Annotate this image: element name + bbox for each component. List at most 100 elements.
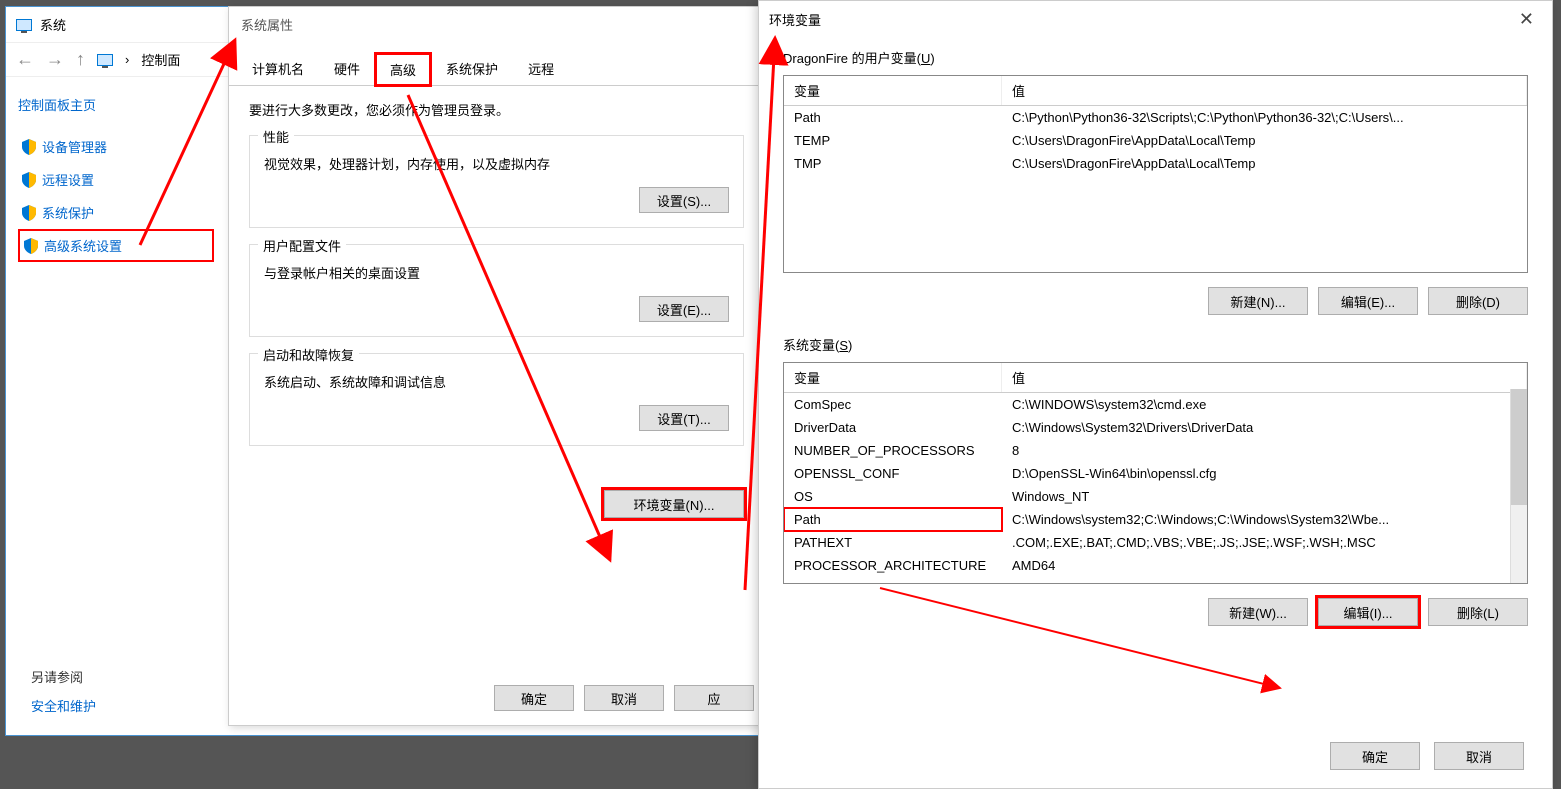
group-title: 启动和故障恢复 (258, 345, 359, 364)
sidebar-remote-settings[interactable]: 远程设置 (18, 163, 214, 196)
shield-icon (22, 205, 36, 221)
sidebar-system-protection[interactable]: 系统保护 (18, 196, 214, 229)
breadcrumb[interactable]: 控制面 (141, 50, 180, 69)
user-delete-button[interactable]: 删除(D) (1428, 287, 1528, 315)
var-name: PATHEXT (784, 531, 1002, 554)
group-title: 性能 (258, 127, 294, 146)
var-value: C:\Python\Python36-32\Scripts\;C:\Python… (1002, 106, 1527, 129)
startup-recovery-group: 启动和故障恢复 系统启动、系统故障和调试信息 设置(T)... (249, 353, 744, 446)
sidebar: 控制面板主页 设备管理器 远程设置 系统保护 高级系统设置 另请参阅 安全和维护 (6, 77, 226, 725)
var-value: C:\Users\DragonFire\AppData\Local\Temp (1002, 129, 1527, 152)
sidebar-advanced-settings[interactable]: 高级系统设置 (18, 229, 214, 262)
props-title: 系统属性 (229, 7, 764, 42)
sidebar-item-label: 系统保护 (42, 203, 94, 222)
sidebar-device-manager[interactable]: 设备管理器 (18, 130, 214, 163)
table-row[interactable]: OPENSSL_CONFD:\OpenSSL-Win64\bin\openssl… (784, 462, 1527, 485)
footer-link[interactable]: 安全和维护 (31, 696, 96, 715)
sys-edit-button[interactable]: 编辑(I)... (1318, 598, 1418, 626)
var-name: TEMP (784, 129, 1002, 152)
col-value[interactable]: 值 (1002, 363, 1527, 392)
var-name: OS (784, 485, 1002, 508)
env-cancel-button[interactable]: 取消 (1434, 742, 1524, 770)
var-name: TMP (784, 152, 1002, 175)
system-variables-table[interactable]: 变量 值 ComSpecC:\WINDOWS\system32\cmd.exeD… (783, 362, 1528, 584)
var-value: C:\Users\DragonFire\AppData\Local\Temp (1002, 152, 1527, 175)
scrollbar[interactable] (1510, 389, 1527, 583)
table-row[interactable]: PROCESSOR_ARCHITECTUREAMD64 (784, 554, 1527, 577)
performance-settings-button[interactable]: 设置(S)... (639, 187, 729, 213)
tab-remote[interactable]: 远程 (513, 52, 569, 85)
group-desc: 系统启动、系统故障和调试信息 (264, 372, 729, 391)
back-icon[interactable]: ← (16, 49, 34, 70)
shield-icon (22, 139, 36, 155)
var-value: Windows_NT (1002, 485, 1527, 508)
tab-hardware[interactable]: 硬件 (319, 52, 375, 85)
monitor-icon (16, 19, 32, 31)
environment-variables-button[interactable]: 环境变量(N)... (604, 490, 744, 518)
shield-icon (22, 172, 36, 188)
sidebar-item-label: 高级系统设置 (44, 236, 122, 255)
table-row[interactable]: NUMBER_OF_PROCESSORS8 (784, 439, 1527, 462)
col-variable[interactable]: 变量 (784, 76, 1002, 105)
breadcrumb-sep: › (125, 52, 129, 67)
footer-heading: 另请参阅 (31, 667, 96, 686)
var-name: Path (784, 106, 1002, 129)
var-value: D:\OpenSSL-Win64\bin\openssl.cfg (1002, 462, 1527, 485)
group-desc: 视觉效果，处理器计划，内存使用，以及虚拟内存 (264, 154, 729, 173)
var-name: NUMBER_OF_PROCESSORS (784, 439, 1002, 462)
var-name: ComSpec (784, 393, 1002, 416)
table-row[interactable]: PathC:\Windows\system32;C:\Windows;C:\Wi… (784, 508, 1527, 531)
var-value: C:\Windows\system32;C:\Windows;C:\Window… (1002, 508, 1527, 531)
var-name: PROCESSOR_ARCHITECTURE (784, 554, 1002, 577)
table-row[interactable]: ComSpecC:\WINDOWS\system32\cmd.exe (784, 393, 1527, 416)
user-profile-group: 用户配置文件 与登录帐户相关的桌面设置 设置(E)... (249, 244, 744, 337)
up-icon[interactable]: ↑ (76, 49, 85, 70)
table-row[interactable]: TMPC:\Users\DragonFire\AppData\Local\Tem… (784, 152, 1527, 175)
var-value: .COM;.EXE;.BAT;.CMD;.VBS;.VBE;.JS;.JSE;.… (1002, 531, 1527, 554)
tabs: 计算机名 硬件 高级 系统保护 远程 (229, 52, 764, 86)
system-variables-label: 系统变量(S) (783, 335, 1528, 354)
tab-advanced[interactable]: 高级 (375, 53, 431, 86)
table-row[interactable]: TEMPC:\Users\DragonFire\AppData\Local\Te… (784, 129, 1527, 152)
var-name: OPENSSL_CONF (784, 462, 1002, 485)
var-name: DriverData (784, 416, 1002, 439)
environment-variables-dialog: 环境变量 ✕ DragonFire 的用户变量(U) 变量 值 PathC:\P… (758, 0, 1553, 789)
group-title: 用户配置文件 (258, 236, 346, 255)
apply-button[interactable]: 应 (674, 685, 754, 711)
table-row[interactable]: DriverDataC:\Windows\System32\Drivers\Dr… (784, 416, 1527, 439)
env-ok-button[interactable]: 确定 (1330, 742, 1420, 770)
table-row[interactable]: PathC:\Python\Python36-32\Scripts\;C:\Py… (784, 106, 1527, 129)
scroll-thumb[interactable] (1511, 389, 1527, 505)
sidebar-item-label: 远程设置 (42, 170, 94, 189)
table-row[interactable]: PATHEXT.COM;.EXE;.BAT;.CMD;.VBS;.VBE;.JS… (784, 531, 1527, 554)
tab-computer-name[interactable]: 计算机名 (237, 52, 319, 85)
sys-delete-button[interactable]: 删除(L) (1428, 598, 1528, 626)
tab-system-protection[interactable]: 系统保护 (431, 52, 513, 85)
close-icon[interactable]: ✕ (1511, 7, 1542, 32)
user-profile-settings-button[interactable]: 设置(E)... (639, 296, 729, 322)
col-value[interactable]: 值 (1002, 76, 1527, 105)
startup-settings-button[interactable]: 设置(T)... (639, 405, 729, 431)
monitor-icon (97, 54, 113, 66)
table-row[interactable]: OSWindows_NT (784, 485, 1527, 508)
system-title: 系统 (40, 15, 66, 34)
user-new-button[interactable]: 新建(N)... (1208, 287, 1308, 315)
env-title: 环境变量 (769, 10, 821, 29)
sidebar-footer: 另请参阅 安全和维护 (31, 667, 96, 715)
system-properties-dialog: 系统属性 计算机名 硬件 高级 系统保护 远程 要进行大多数更改，您必须作为管理… (228, 6, 765, 726)
cancel-button[interactable]: 取消 (584, 685, 664, 711)
shield-icon (24, 238, 38, 254)
performance-group: 性能 视觉效果，处理器计划，内存使用，以及虚拟内存 设置(S)... (249, 135, 744, 228)
user-variables-label: DragonFire 的用户变量(U) (783, 48, 1528, 67)
user-edit-button[interactable]: 编辑(E)... (1318, 287, 1418, 315)
var-value: 8 (1002, 439, 1527, 462)
props-footer: 确定 取消 应 (494, 685, 754, 711)
sys-new-button[interactable]: 新建(W)... (1208, 598, 1308, 626)
user-variables-table[interactable]: 变量 值 PathC:\Python\Python36-32\Scripts\;… (783, 75, 1528, 273)
forward-icon: → (46, 49, 64, 70)
sidebar-heading[interactable]: 控制面板主页 (18, 95, 214, 114)
col-variable[interactable]: 变量 (784, 363, 1002, 392)
var-value: C:\WINDOWS\system32\cmd.exe (1002, 393, 1527, 416)
ok-button[interactable]: 确定 (494, 685, 574, 711)
var-value: C:\Windows\System32\Drivers\DriverData (1002, 416, 1527, 439)
